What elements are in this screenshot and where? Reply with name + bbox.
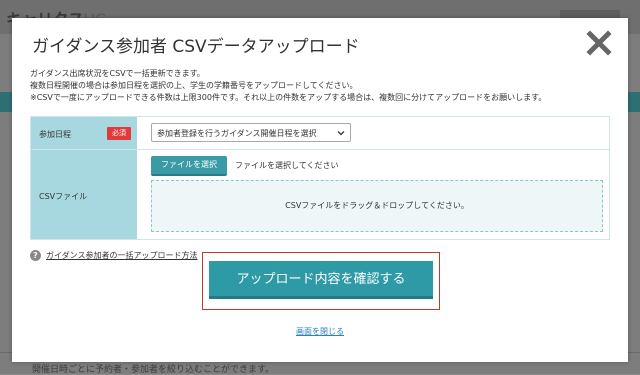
date-select-value: 参加者登録を行うガイダンス開催日程を選択 [157,129,317,138]
description-line: ※CSVで一度にアップロードできる件数は上限300件です。それ以上の件数をアップ… [30,93,547,102]
background-footer-text: 開催日時ごとに予約者・参加者を絞り込むことができます。 [32,365,275,375]
upload-form: 参加日程 必須 参加者登録を行うガイダンス開催日程を選択 CSVファイル ファイ… [30,116,610,240]
background-teal-bar-left [0,92,12,112]
date-select[interactable]: 参加者登録を行うガイダンス開催日程を選択 [151,123,351,142]
description-line: ガイダンス出席状況をCSVで一括更新できます。 [30,69,205,78]
confirm-upload-button[interactable]: アップロード内容を確認する [209,261,433,299]
file-status-text: ファイルを選択してください [235,161,339,170]
date-label-cell: 参加日程 必須 [31,117,137,149]
date-label: 参加日程 [39,130,71,139]
csv-dropzone[interactable]: CSVファイルをドラッグ＆ドロップしてください。 [151,180,603,232]
close-icon[interactable] [586,30,612,56]
csv-label: CSVファイル [39,192,88,201]
modal-description: ガイダンス出席状況をCSVで一括更新できます。 複数日程開催の場合は参加日程を選… [30,68,546,104]
description-line: 複数日程開催の場合は参加日程を選択の上、学生の学籍番号をアップロードしてください… [30,81,358,90]
question-icon: ? [30,250,41,261]
required-badge: 必須 [107,127,131,140]
help-row: ? ガイダンス参加者の一括アップロード方法 [30,250,198,261]
close-screen-link[interactable]: 画面を閉じる [12,326,628,337]
chevron-down-icon [337,131,345,136]
help-link[interactable]: ガイダンス参加者の一括アップロード方法 [46,251,198,260]
csv-label-cell: CSVファイル [31,150,137,239]
choose-file-button[interactable]: ファイルを選択 [151,156,227,176]
csv-row: CSVファイル ファイルを選択 ファイルを選択してください CSVファイルをドラ… [31,150,609,239]
date-row: 参加日程 必須 参加者登録を行うガイダンス開催日程を選択 [31,117,609,150]
modal-title: ガイダンス参加者 CSVデータアップロード [32,37,360,57]
upload-modal: ガイダンス参加者 CSVデータアップロード ガイダンス出席状況をCSVで一括更新… [12,18,628,362]
confirm-highlight-frame: アップロード内容を確認する [202,252,440,310]
